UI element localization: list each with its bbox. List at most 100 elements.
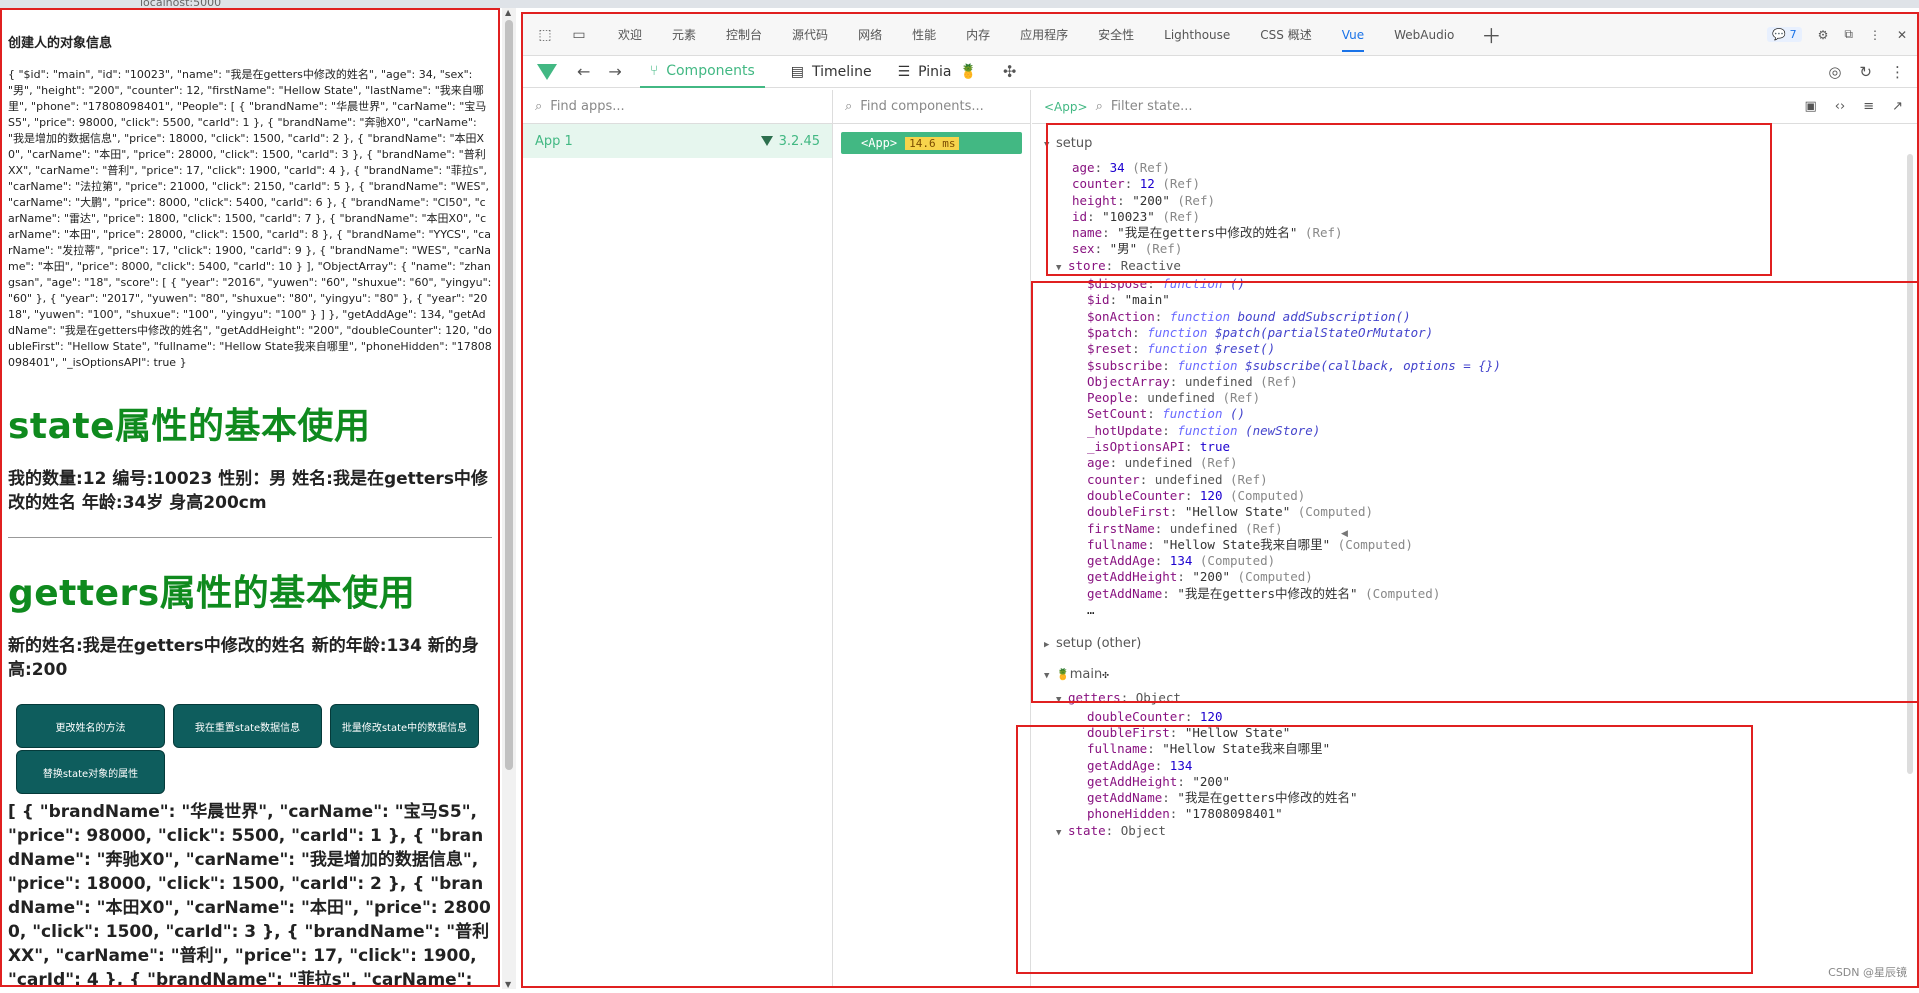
setup-other-section[interactable]: ▶ setup (other) <box>1032 628 1917 658</box>
more-menu-icon[interactable]: ⋮ <box>1869 28 1881 42</box>
scroll-down-icon[interactable]: ▼ <box>505 980 511 989</box>
store-fullname-type: (Computed) <box>1330 536 1413 552</box>
component-render-time: 14.6 ms <box>905 136 960 150</box>
setup-height-value: "200" <box>1132 192 1170 208</box>
tab-performance[interactable]: 性能 <box>912 26 936 43</box>
find-components-input[interactable]: Find components... <box>860 99 983 114</box>
inspector-scrollbar[interactable] <box>1907 154 1913 774</box>
reset-state-button[interactable]: 我在重置state数据信息 <box>173 704 322 748</box>
scroll-thumb[interactable] <box>505 20 513 770</box>
close-icon[interactable]: ✕ <box>1897 28 1907 42</box>
state-node[interactable]: ▼ state: Object <box>1032 823 1917 841</box>
collapse-pane-icon[interactable]: ◀ <box>1341 529 1348 539</box>
store-$patch-colon: : <box>1132 324 1148 340</box>
setup-section-label: setup <box>1056 136 1093 151</box>
getters-node-arrow-icon[interactable]: ▼ <box>1056 692 1068 708</box>
list-icon[interactable]: ≡ <box>1863 99 1874 114</box>
puzzle-icon[interactable]: ✣ <box>1003 62 1016 81</box>
change-name-button[interactable]: 更改姓名的方法 <box>16 704 165 748</box>
getters-doubleCounter-row: doubleCounter: 120 <box>1032 709 1917 725</box>
button-group: 更改姓名的方法 我在重置state数据信息 批量修改state中的数据信息 替换… <box>8 704 492 794</box>
store-$patch-key: $patch <box>1087 324 1133 340</box>
store-$dispose-function-keyword: function <box>1162 276 1231 292</box>
store-doubleCounter-value: 120 <box>1199 487 1223 503</box>
tab-vue[interactable]: Vue <box>1341 28 1365 52</box>
main-store-section[interactable]: ▼ 🍍 main ✣ <box>1032 658 1917 690</box>
store-_hotUpdate-colon: : <box>1162 422 1178 438</box>
code-icon[interactable]: ‹› <box>1835 99 1845 114</box>
settings-gear-icon[interactable]: ⚙ <box>1818 28 1829 42</box>
tab-components[interactable]: ⑂ Components <box>639 56 765 88</box>
vertical-menu-icon[interactable]: ⋮ <box>1890 63 1905 81</box>
getters-node[interactable]: ▼ getters: Object <box>1032 690 1917 708</box>
vue-bar-actions: ◎ ↻ ⋮ <box>1828 63 1917 81</box>
component-app-node[interactable]: <App> 14.6 ms <box>841 132 1022 154</box>
state-node-arrow-icon[interactable]: ▼ <box>1056 825 1068 841</box>
tab-network[interactable]: 网络 <box>858 26 882 43</box>
target-icon[interactable]: ◎ <box>1828 63 1841 81</box>
setup-section-arrow-icon[interactable]: ▼ <box>1044 130 1056 160</box>
store-firstName-row: firstName: undefined (Ref) <box>1032 521 1917 537</box>
store-node-arrow-icon[interactable]: ▼ <box>1056 260 1068 276</box>
add-tab-icon[interactable]: ＋ <box>1481 20 1501 49</box>
getters-fullname-value: "Hellow State我来自哪里" <box>1162 741 1331 757</box>
store-People-type: (Ref) <box>1214 390 1261 406</box>
open-external-icon[interactable]: ↗ <box>1892 99 1903 114</box>
setup-counter-row: counter: 12 (Ref) <box>1032 176 1917 192</box>
tab-css-overview[interactable]: CSS 概述 <box>1260 26 1311 43</box>
tab-components-label: Components <box>666 62 755 79</box>
setup-height-type: (Ref) <box>1169 192 1216 208</box>
screenshot-icon[interactable]: ▣ <box>1804 99 1816 114</box>
back-arrow-icon[interactable]: ← <box>577 62 590 81</box>
inspect-icon[interactable]: ⬚ <box>535 26 555 44</box>
app-page: 创建人的对象信息 { "$id": "main", "id": "10023",… <box>0 8 500 987</box>
setup-section[interactable]: ▼ setup <box>1032 128 1917 158</box>
patch-state-button[interactable]: 批量修改state中的数据信息 <box>330 704 479 748</box>
tab-welcome[interactable]: 欢迎 <box>618 26 642 43</box>
tab-memory[interactable]: 内存 <box>966 26 990 43</box>
tab-console[interactable]: 控制台 <box>726 26 762 43</box>
device-toggle-icon[interactable]: ▭ <box>569 26 589 44</box>
forward-arrow-icon[interactable]: → <box>608 62 621 81</box>
setup-sex-row: sex: "男" (Ref) <box>1032 241 1917 257</box>
getters-doubleFirst-key: doubleFirst <box>1087 724 1170 740</box>
state-node-key: state <box>1068 822 1106 838</box>
refresh-icon[interactable]: ↻ <box>1859 63 1872 81</box>
filter-state-input[interactable]: Filter state... <box>1111 99 1193 114</box>
store-fullname-row: fullname: "Hellow State我来自哪里" (Computed) <box>1032 537 1917 553</box>
setup-name-key: name <box>1072 225 1103 241</box>
replace-state-button[interactable]: 替换state对象的属性 <box>16 750 165 794</box>
main-store-arrow-icon[interactable]: ▼ <box>1044 660 1056 692</box>
tab-timeline[interactable]: ▤ Timeline <box>791 64 872 80</box>
tab-webaudio[interactable]: WebAudio <box>1394 28 1454 42</box>
setup-age-type: (Ref) <box>1124 160 1170 175</box>
getters-phoneHidden-key: phoneHidden <box>1087 806 1170 822</box>
store-doubleFirst-value: "Hellow State" <box>1184 504 1291 520</box>
store-SetCount-colon: : <box>1147 406 1163 422</box>
people-json-text: [ { "brandName": "华晨世界", "carName": "宝马S… <box>8 802 491 987</box>
store-$subscribe-key: $subscribe <box>1087 357 1163 373</box>
getters-title: getters属性的基本使用 <box>8 573 416 614</box>
scroll-up-icon[interactable]: ▲ <box>505 8 511 17</box>
tab-application[interactable]: 应用程序 <box>1020 26 1068 43</box>
issues-badge[interactable]: 💬 7 <box>1767 27 1802 42</box>
store-ellipsis[interactable]: … <box>1032 602 1917 618</box>
connect-icon[interactable]: ⧉ <box>1844 27 1853 42</box>
page-scrollbar[interactable]: ▲ ▼ <box>502 8 516 989</box>
tab-lighthouse[interactable]: Lighthouse <box>1164 28 1230 42</box>
setup-other-section-arrow-icon[interactable]: ▶ <box>1044 630 1056 660</box>
store-_isOptionsAPI-colon: : <box>1184 439 1200 455</box>
puzzle-icon: ✣ <box>1102 668 1109 682</box>
tab-sources[interactable]: 源代码 <box>792 26 828 43</box>
tab-elements[interactable]: 元素 <box>672 26 696 43</box>
tab-pinia-label: Pinia <box>918 63 952 80</box>
store-node[interactable]: ▼ store: Reactive <box>1032 258 1917 276</box>
app-row[interactable]: App 1 3.2.45 <box>523 124 832 158</box>
tab-security[interactable]: 安全性 <box>1098 26 1134 43</box>
state-title: state属性的基本使用 <box>8 406 371 447</box>
setup-id-colon: : <box>1087 208 1103 224</box>
store-doubleCounter-row: doubleCounter: 120 (Computed) <box>1032 488 1917 504</box>
find-apps-input[interactable]: Find apps... <box>550 99 624 114</box>
tab-pinia[interactable]: ☰ Pinia 🍍 <box>898 64 977 80</box>
